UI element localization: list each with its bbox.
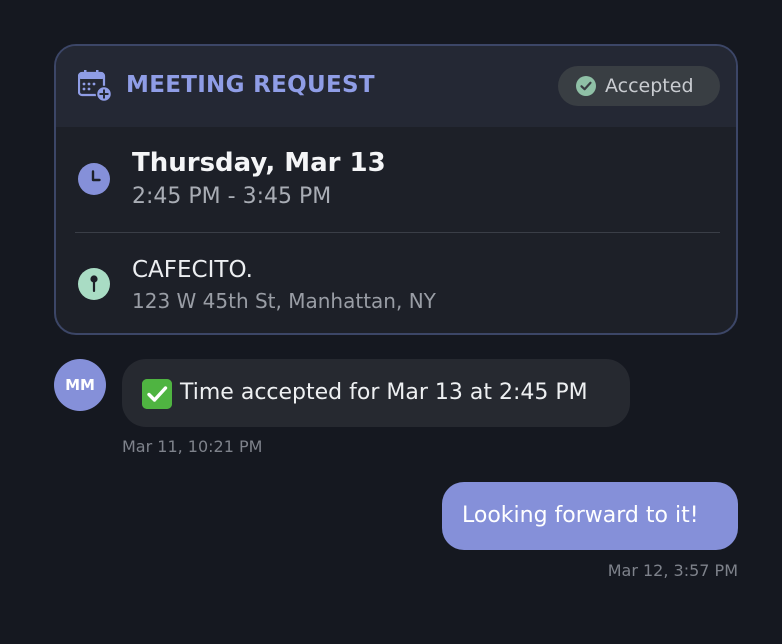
outgoing-message-bubble[interactable]: Looking forward to it! bbox=[442, 482, 738, 550]
outgoing-message-timestamp: Mar 12, 3:57 PM bbox=[607, 561, 738, 580]
calendar-add-icon bbox=[78, 70, 112, 102]
meeting-place-name: CAFECITO. bbox=[132, 257, 253, 283]
avatar[interactable]: MM bbox=[54, 359, 106, 411]
incoming-message-bubble[interactable]: Time accepted for Mar 13 at 2:45 PM bbox=[122, 359, 630, 427]
meeting-time-range: 2:45 PM - 3:45 PM bbox=[132, 184, 332, 209]
status-label: Accepted bbox=[605, 75, 694, 97]
incoming-message-text: Time accepted for Mar 13 at 2:45 PM bbox=[180, 380, 588, 405]
check-mark-button-icon bbox=[142, 379, 172, 409]
clock-icon bbox=[78, 163, 110, 195]
meeting-card-header: MEETING REQUEST Accepted bbox=[56, 46, 736, 127]
incoming-message-timestamp: Mar 11, 10:21 PM bbox=[122, 437, 263, 456]
status-badge: Accepted bbox=[558, 66, 720, 106]
meeting-request-card[interactable]: MEETING REQUEST Accepted Thursday, Mar 1… bbox=[54, 44, 738, 335]
outgoing-message-text: Looking forward to it! bbox=[462, 503, 699, 528]
meeting-card-title: MEETING REQUEST bbox=[126, 72, 375, 98]
meeting-place-address: 123 W 45th St, Manhattan, NY bbox=[132, 289, 436, 313]
check-circle-icon bbox=[576, 76, 596, 96]
card-divider bbox=[75, 232, 720, 233]
location-pin-icon bbox=[78, 268, 110, 300]
meeting-date: Thursday, Mar 13 bbox=[132, 148, 386, 178]
